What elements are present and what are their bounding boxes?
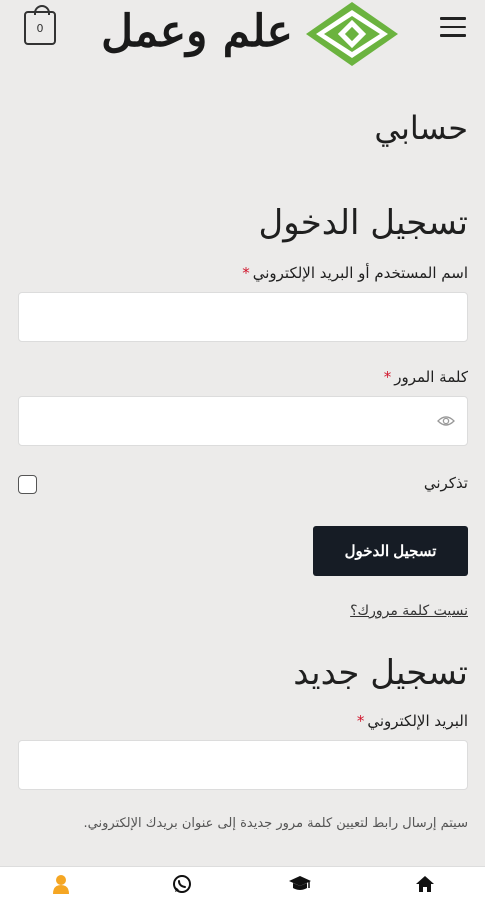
page: 0 علم وعمل حسابي تسجيل الدخول اسم المستخ… xyxy=(0,0,485,900)
cart-button[interactable]: 0 xyxy=(24,5,56,45)
main-content: حسابي تسجيل الدخول اسم المستخدم أو البري… xyxy=(18,90,468,834)
required-mark: * xyxy=(356,712,365,730)
password-input[interactable] xyxy=(18,396,468,446)
username-input[interactable] xyxy=(18,292,468,342)
login-title: تسجيل الدخول xyxy=(258,203,469,243)
remember-row: تذكرني xyxy=(18,466,468,506)
header: 0 علم وعمل xyxy=(0,0,485,90)
login-button[interactable]: تسجيل الدخول xyxy=(313,526,468,576)
show-password-icon[interactable] xyxy=(437,414,455,428)
register-note: سيتم إرسال رابط لتعيين كلمة مرور جديدة إ… xyxy=(83,816,468,831)
courses-icon[interactable] xyxy=(288,873,312,895)
password-label: كلمة المرور* xyxy=(383,368,468,386)
logo-emblem-icon xyxy=(306,2,398,66)
register-email-input[interactable] xyxy=(18,740,468,790)
forgot-password-link[interactable]: نسيت كلمة مرورك؟ xyxy=(18,600,468,622)
required-mark: * xyxy=(242,264,250,282)
remember-checkbox[interactable] xyxy=(18,475,37,494)
account-icon[interactable] xyxy=(49,873,73,895)
menu-icon[interactable] xyxy=(440,17,468,39)
email-label: البريد الإلكتروني* xyxy=(356,712,468,730)
username-label: اسم المستخدم أو البريد الإلكتروني* xyxy=(242,264,468,282)
bottom-nav xyxy=(0,866,485,900)
logo-text: علم وعمل xyxy=(101,6,293,57)
cart-count: 0 xyxy=(36,21,44,35)
remember-label: تذكرني xyxy=(423,474,468,492)
whatsapp-icon[interactable] xyxy=(170,873,194,895)
home-icon[interactable] xyxy=(413,873,437,895)
required-mark: * xyxy=(383,368,392,386)
page-title: حسابي xyxy=(374,109,468,147)
site-logo[interactable]: علم وعمل xyxy=(92,0,402,70)
register-title: تسجيل جديد xyxy=(293,653,468,693)
